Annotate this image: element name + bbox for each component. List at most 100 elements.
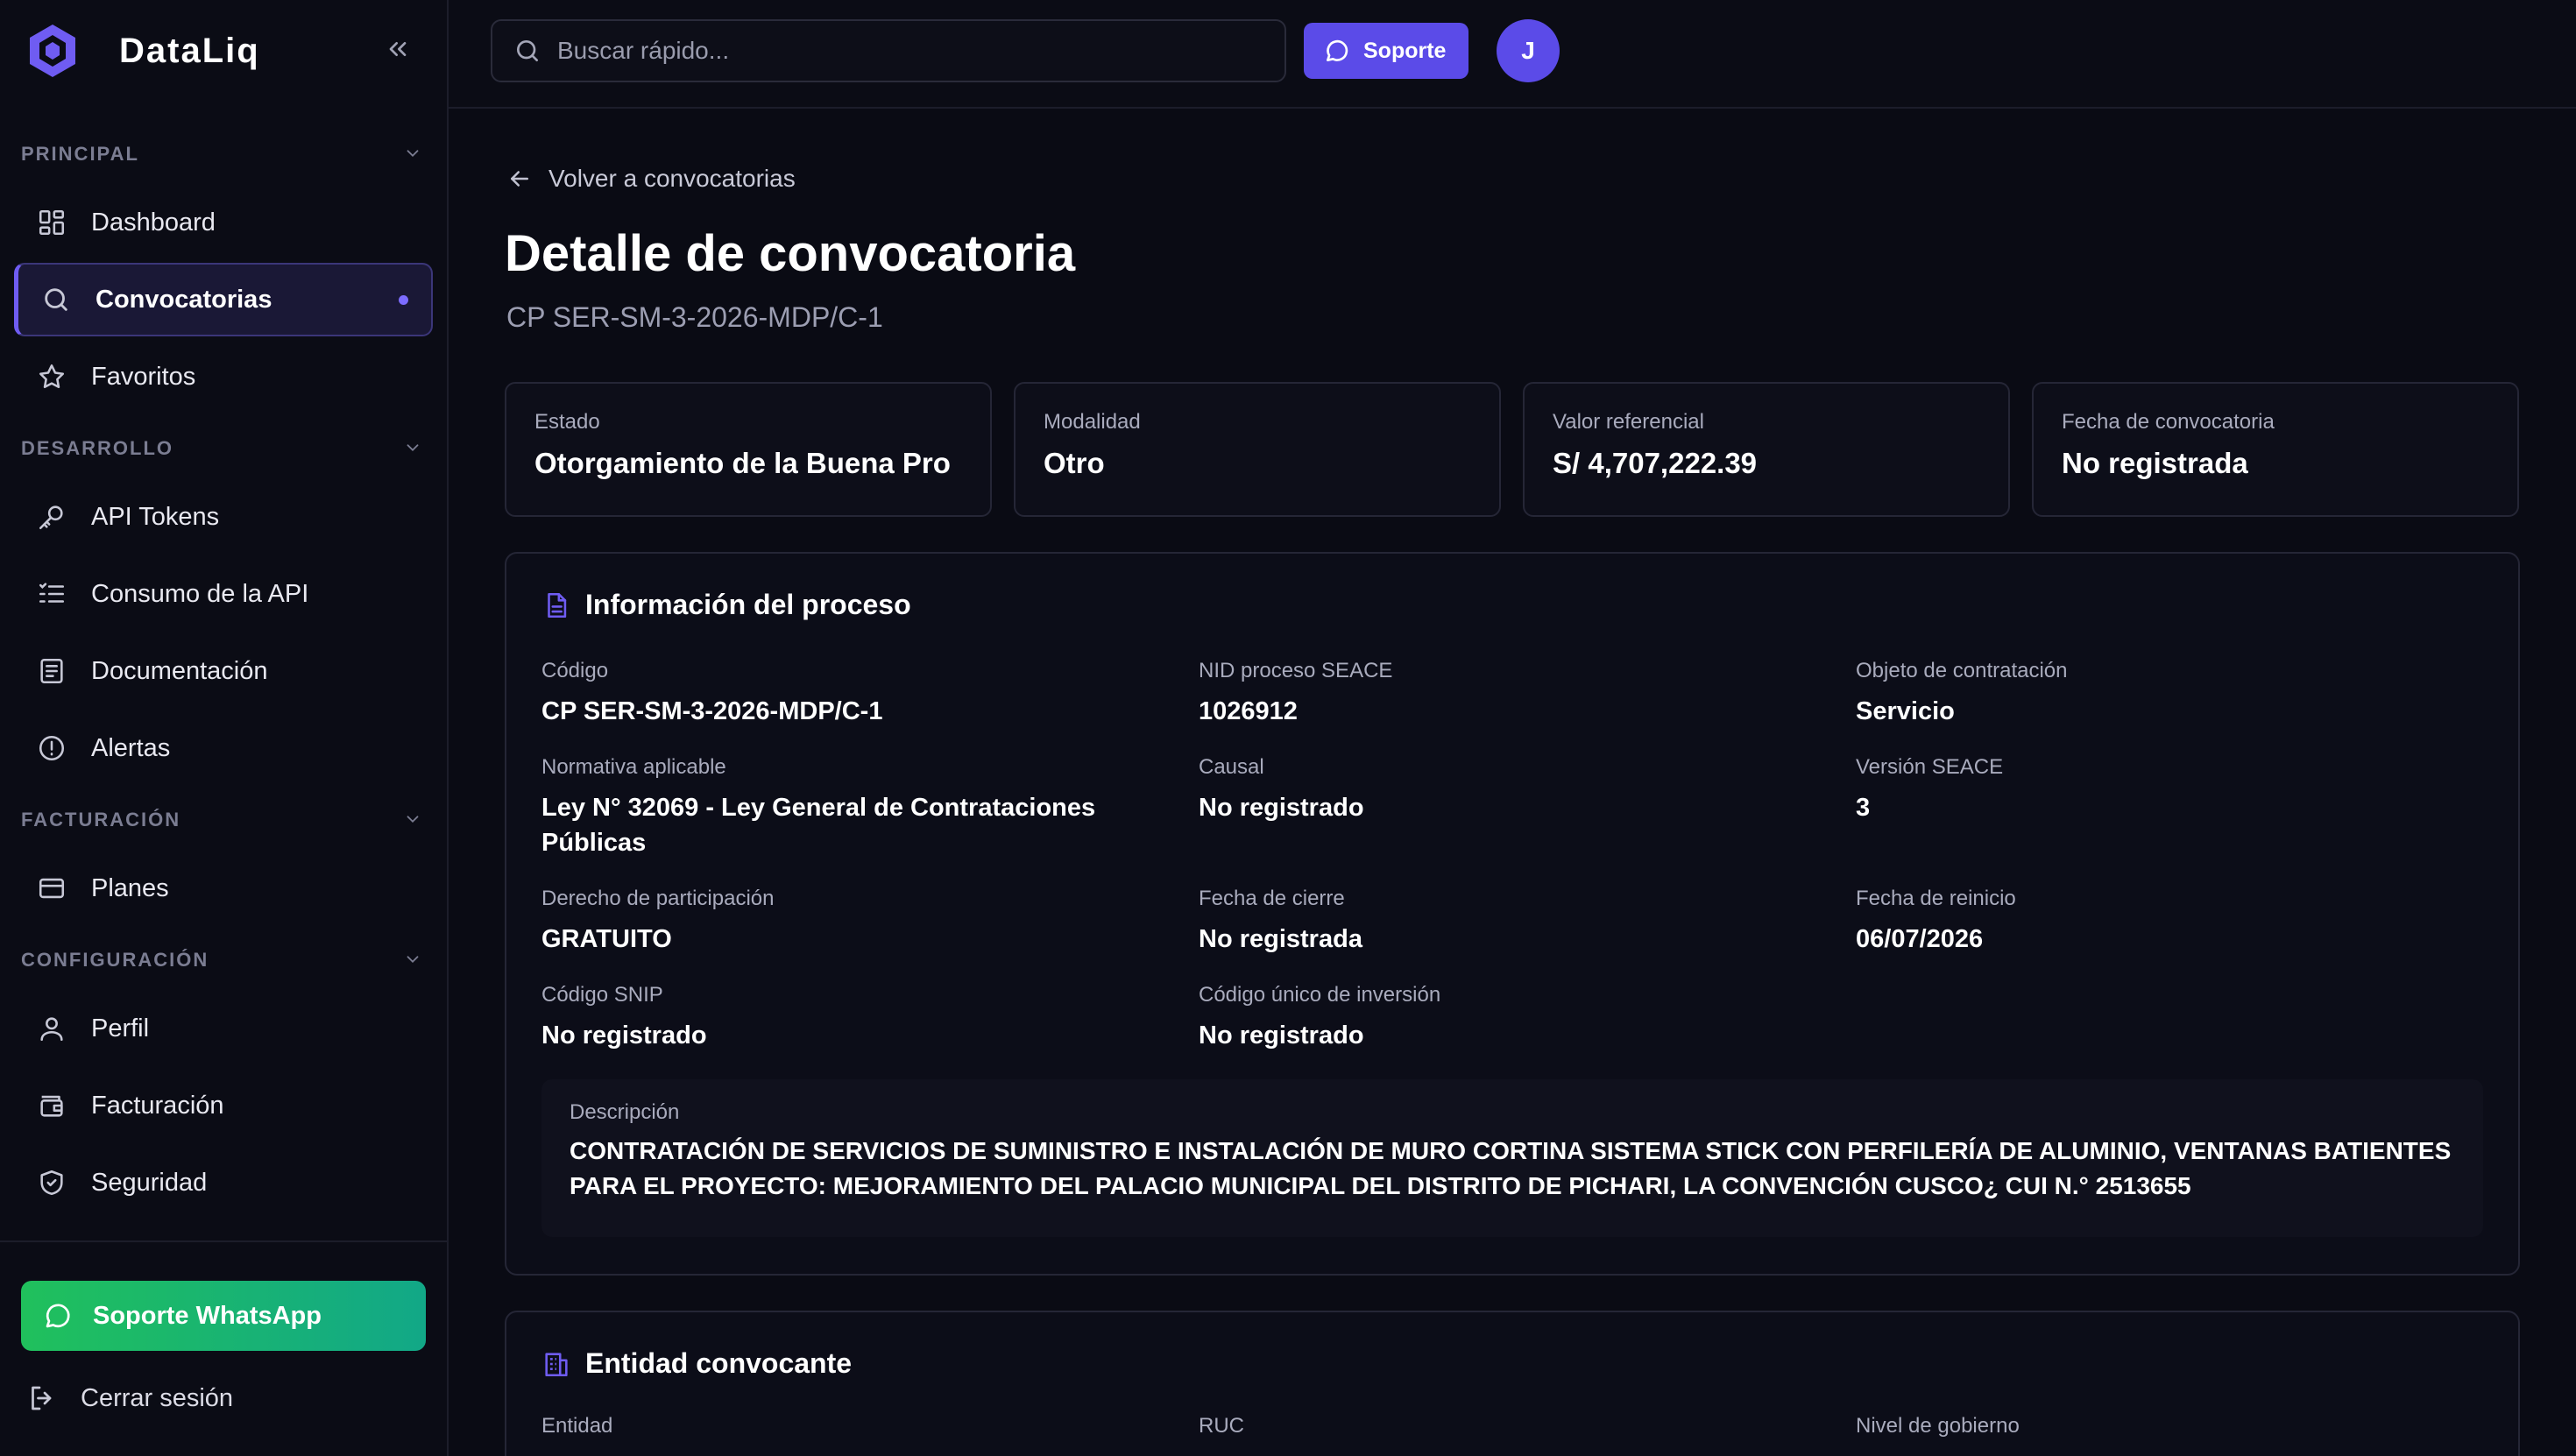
field-fecha-cierre: Fecha de cierre No registrada <box>1199 887 1812 957</box>
field-label: NID proceso SEACE <box>1199 659 1393 682</box>
field-label: Código SNIP <box>541 983 663 1007</box>
field-fecha-reinicio: Fecha de reinicio 06/07/2026 <box>1856 887 2469 957</box>
field-value: No registrado <box>1199 794 1364 822</box>
sidebar-item-label: Planes <box>91 873 169 902</box>
key-icon <box>39 505 63 530</box>
stat-card-estado: Estado Otorgamiento de la Buena Pro <box>505 382 992 517</box>
stat-value: Otorgamiento de la Buena Pro <box>534 447 951 479</box>
document-icon <box>40 658 63 684</box>
sidebar-item-planes[interactable]: Planes <box>14 852 433 925</box>
sidebar: DataLiq PRINCIPAL Dashboard Convocatoria… <box>0 0 449 1456</box>
sidebar-item-convocatorias[interactable]: Convocatorias <box>14 263 433 336</box>
description-box: Descripción CONTRATACIÓN DE SERVICIOS DE… <box>541 1079 2483 1237</box>
field-label: Fecha de reinicio <box>1856 887 2016 910</box>
building-icon <box>545 1352 568 1376</box>
field-label: Causal <box>1199 755 1264 779</box>
field-version-seace: Versión SEACE 3 <box>1856 755 2469 825</box>
topbar: Soporte J <box>449 0 2576 109</box>
sidebar-item-documentacion[interactable]: Documentación <box>14 634 433 708</box>
stat-value: Otro <box>1044 447 1105 479</box>
brand[interactable]: DataLiq <box>26 23 260 79</box>
field-causal: Causal No registrado <box>1199 755 1812 825</box>
sidebar-item-seguridad[interactable]: Seguridad <box>14 1146 433 1219</box>
field-ruc: RUC <box>1199 1414 1812 1438</box>
card-title: Entidad convocante <box>585 1347 853 1379</box>
user-avatar[interactable]: J <box>1497 19 1560 82</box>
sidebar-item-label: Alertas <box>91 733 171 762</box>
field-value: No registrada <box>1199 925 1362 953</box>
card-header: Entidad convocante <box>541 1347 852 1380</box>
field-entidad: Entidad <box>541 1414 1155 1438</box>
main-content: Volver a convocatorias Detalle de convoc… <box>449 110 2576 1456</box>
field-value: Servicio <box>1856 697 1955 725</box>
chevron-down-icon <box>407 150 419 158</box>
sidebar-item-dashboard[interactable]: Dashboard <box>14 186 433 259</box>
logout-button[interactable]: Cerrar sesión <box>26 1372 233 1424</box>
sidebar-footer: Soporte WhatsApp Cerrar sesión <box>0 1240 447 1456</box>
field-value: 1026912 <box>1199 697 1298 725</box>
field-label: Objeto de contratación <box>1856 659 2068 682</box>
sidebar-item-favoritos[interactable]: Favoritos <box>14 340 433 413</box>
section-facturacion[interactable]: FACTURACIÓN <box>0 788 447 852</box>
whatsapp-support-button[interactable]: Soporte WhatsApp <box>21 1281 426 1351</box>
alert-icon <box>39 735 65 761</box>
entity-card: Entidad convocante Entidad RUC Nivel de … <box>505 1311 2520 1456</box>
section-configuracion[interactable]: CONFIGURACIÓN <box>0 929 447 992</box>
list-icon <box>39 583 65 603</box>
back-link[interactable]: Volver a convocatorias <box>506 165 796 193</box>
process-info-card: Información del proceso Código CP SER-SM… <box>505 552 2520 1276</box>
section-label: PRINCIPAL <box>21 143 139 165</box>
field-label: Normativa aplicable <box>541 755 726 779</box>
stat-label: Valor referencial <box>1553 410 1704 434</box>
stat-value: No registrada <box>2062 447 2248 479</box>
field-value: GRATUITO <box>541 925 672 953</box>
search-input[interactable] <box>557 37 1258 65</box>
field-nid-seace: NID proceso SEACE 1026912 <box>1199 659 1812 729</box>
sidebar-item-perfil[interactable]: Perfil <box>14 992 433 1065</box>
brand-name: DataLiq <box>119 31 260 70</box>
field-label: Fecha de cierre <box>1199 887 1345 910</box>
sidebar-item-label: Facturación <box>91 1091 224 1120</box>
stat-label: Fecha de convocatoria <box>2062 410 2275 434</box>
sidebar-item-api-tokens[interactable]: API Tokens <box>14 480 433 554</box>
sidebar-item-label: Perfil <box>91 1014 150 1043</box>
sidebar-item-facturacion[interactable]: Facturación <box>14 1069 433 1142</box>
active-indicator-dot <box>399 294 408 305</box>
card-title: Información del proceso <box>585 589 911 620</box>
sidebar-item-alertas[interactable]: Alertas <box>14 711 433 785</box>
support-button[interactable]: Soporte <box>1304 23 1468 79</box>
search-icon <box>45 288 67 311</box>
field-label: Derecho de participación <box>541 887 775 910</box>
stat-label: Estado <box>534 410 600 434</box>
section-desarrollo[interactable]: DESARROLLO <box>0 417 447 480</box>
sidebar-item-label: Documentación <box>91 656 268 685</box>
sidebar-item-label: API Tokens <box>91 502 220 531</box>
sidebar-item-consumo-api[interactable]: Consumo de la API <box>14 557 433 631</box>
search-box[interactable] <box>491 19 1286 82</box>
chevron-down-icon <box>407 956 419 964</box>
user-icon <box>40 1017 63 1042</box>
section-principal[interactable]: PRINCIPAL <box>0 123 447 186</box>
search-icon <box>517 40 538 61</box>
dashboard-icon <box>39 209 65 236</box>
dataliq-logo-icon <box>30 25 75 77</box>
stats-row: Estado Otorgamiento de la Buena Pro Moda… <box>505 382 2520 517</box>
field-value: No registrado <box>541 1021 707 1050</box>
sidebar-nav: PRINCIPAL Dashboard Convocatorias Favori… <box>0 123 447 1223</box>
page-title: Detalle de convocatoria <box>505 225 1076 282</box>
collapse-sidebar-icon[interactable] <box>384 35 412 63</box>
stat-card-valor-referencial: Valor referencial S/ 4,707,222.39 <box>1523 382 2010 517</box>
arrow-left-icon <box>511 171 528 187</box>
back-link-label: Volver a convocatorias <box>548 165 796 192</box>
section-label: DESARROLLO <box>21 437 173 459</box>
field-objeto-contratacion: Objeto de contratación Servicio <box>1856 659 2469 729</box>
chat-bubble-icon <box>1327 39 1348 61</box>
field-nivel-gobierno: Nivel de gobierno <box>1856 1414 2469 1438</box>
description-text: CONTRATACIÓN DE SERVICIOS DE SUMINISTRO … <box>570 1137 2452 1199</box>
document-icon <box>548 592 567 618</box>
stat-card-modalidad: Modalidad Otro <box>1014 382 1501 517</box>
logout-icon <box>32 1386 52 1410</box>
whatsapp-icon <box>46 1304 70 1328</box>
field-label: Versión SEACE <box>1856 755 2004 779</box>
sidebar-item-label: Convocatorias <box>96 285 272 314</box>
